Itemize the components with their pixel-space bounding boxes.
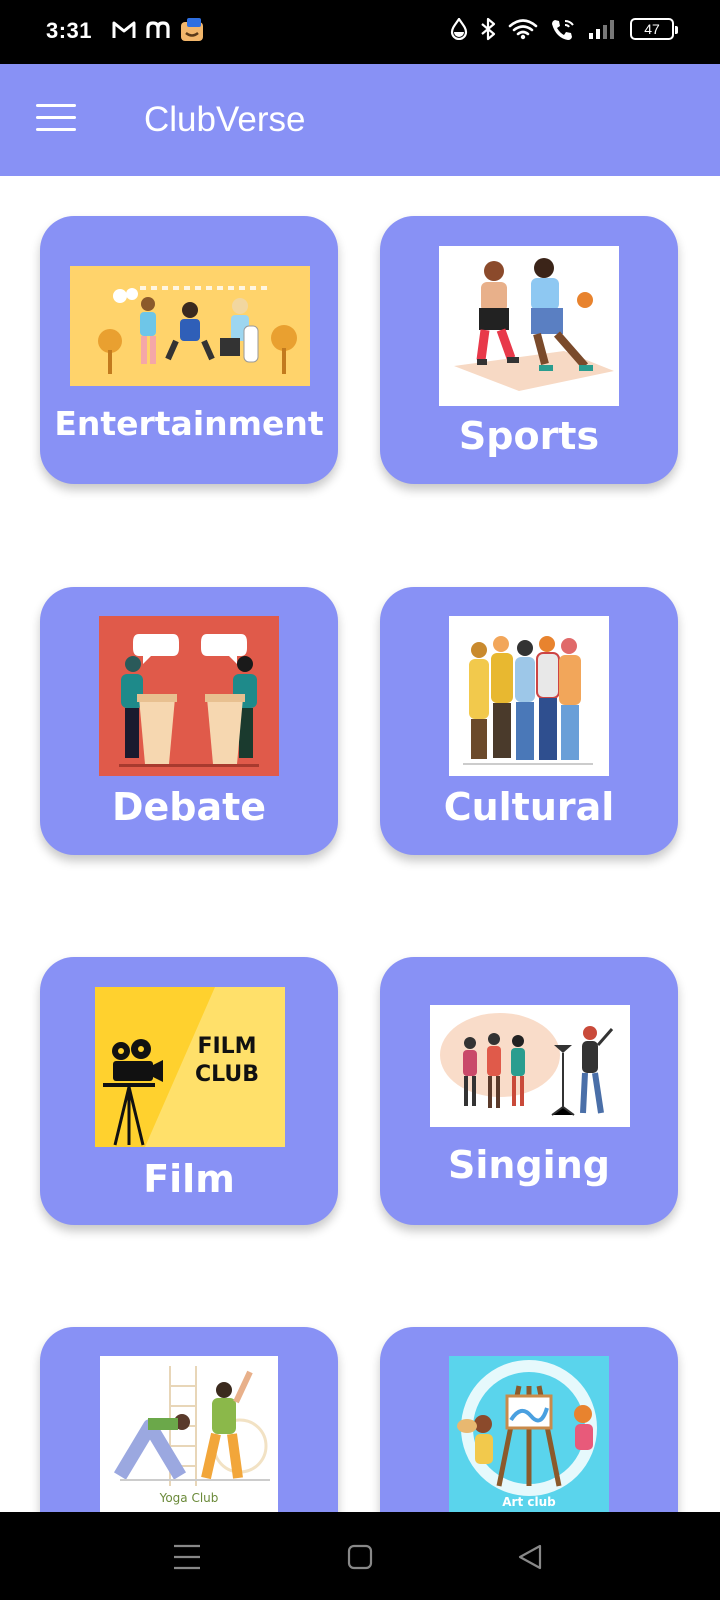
wifi-call-icon — [552, 20, 574, 40]
film-camera-illustration: FILM CLUB — [95, 987, 285, 1147]
recent-apps-icon[interactable] — [170, 1540, 204, 1574]
status-bar: 3:31 47 — [0, 0, 720, 64]
yoga-illustration: Yoga Club — [100, 1356, 278, 1526]
club-label: Singing — [448, 1143, 610, 1187]
hamburger-menu-icon[interactable] — [36, 104, 76, 136]
club-label: Film — [143, 1157, 235, 1201]
notification-icons — [112, 18, 204, 42]
debate-podiums-illustration — [99, 616, 279, 776]
wifi-icon — [508, 19, 538, 40]
drop-icon — [450, 18, 468, 40]
yoga-image-text: Yoga Club — [159, 1491, 219, 1505]
system-icons: 47 — [450, 17, 678, 41]
home-icon[interactable] — [343, 1540, 377, 1574]
club-label: Cultural — [443, 785, 615, 829]
bluetooth-icon — [481, 17, 496, 41]
film-image-text-2: CLUB — [195, 1062, 259, 1087]
back-icon[interactable] — [514, 1540, 548, 1574]
club-card-debate[interactable]: Debate — [40, 587, 338, 855]
status-time: 3:31 — [46, 18, 93, 43]
m-app-icon — [146, 21, 170, 38]
battery-icon: 47 — [630, 18, 678, 40]
signal-icon — [589, 20, 614, 39]
group-of-people-illustration — [449, 616, 609, 776]
club-card-cultural[interactable]: Cultural — [380, 587, 678, 855]
basketball-players-illustration — [439, 246, 619, 406]
art-easel-illustration: Art club — [449, 1356, 609, 1526]
club-label: Sports — [458, 414, 600, 458]
battery-level: 47 — [644, 21, 660, 37]
choir-conductor-illustration — [430, 1005, 630, 1127]
club-label: Entertainment — [54, 404, 324, 443]
club-card-entertainment[interactable]: Entertainment — [40, 216, 338, 484]
app-title: ClubVerse — [144, 100, 306, 139]
film-image-text-1: FILM — [197, 1034, 256, 1059]
shopping-app-icon — [181, 18, 203, 41]
app-bar: ClubVerse — [0, 64, 720, 176]
club-card-film[interactable]: FILM CLUB Film — [40, 957, 338, 1225]
art-image-text: Art club — [502, 1495, 556, 1509]
navigation-bar — [0, 1512, 720, 1600]
gmail-icon — [112, 21, 136, 38]
club-label: Debate — [111, 785, 267, 829]
club-card-sports[interactable]: Sports — [380, 216, 678, 484]
entertainment-illustration — [70, 266, 310, 386]
club-card-singing[interactable]: Singing — [380, 957, 678, 1225]
